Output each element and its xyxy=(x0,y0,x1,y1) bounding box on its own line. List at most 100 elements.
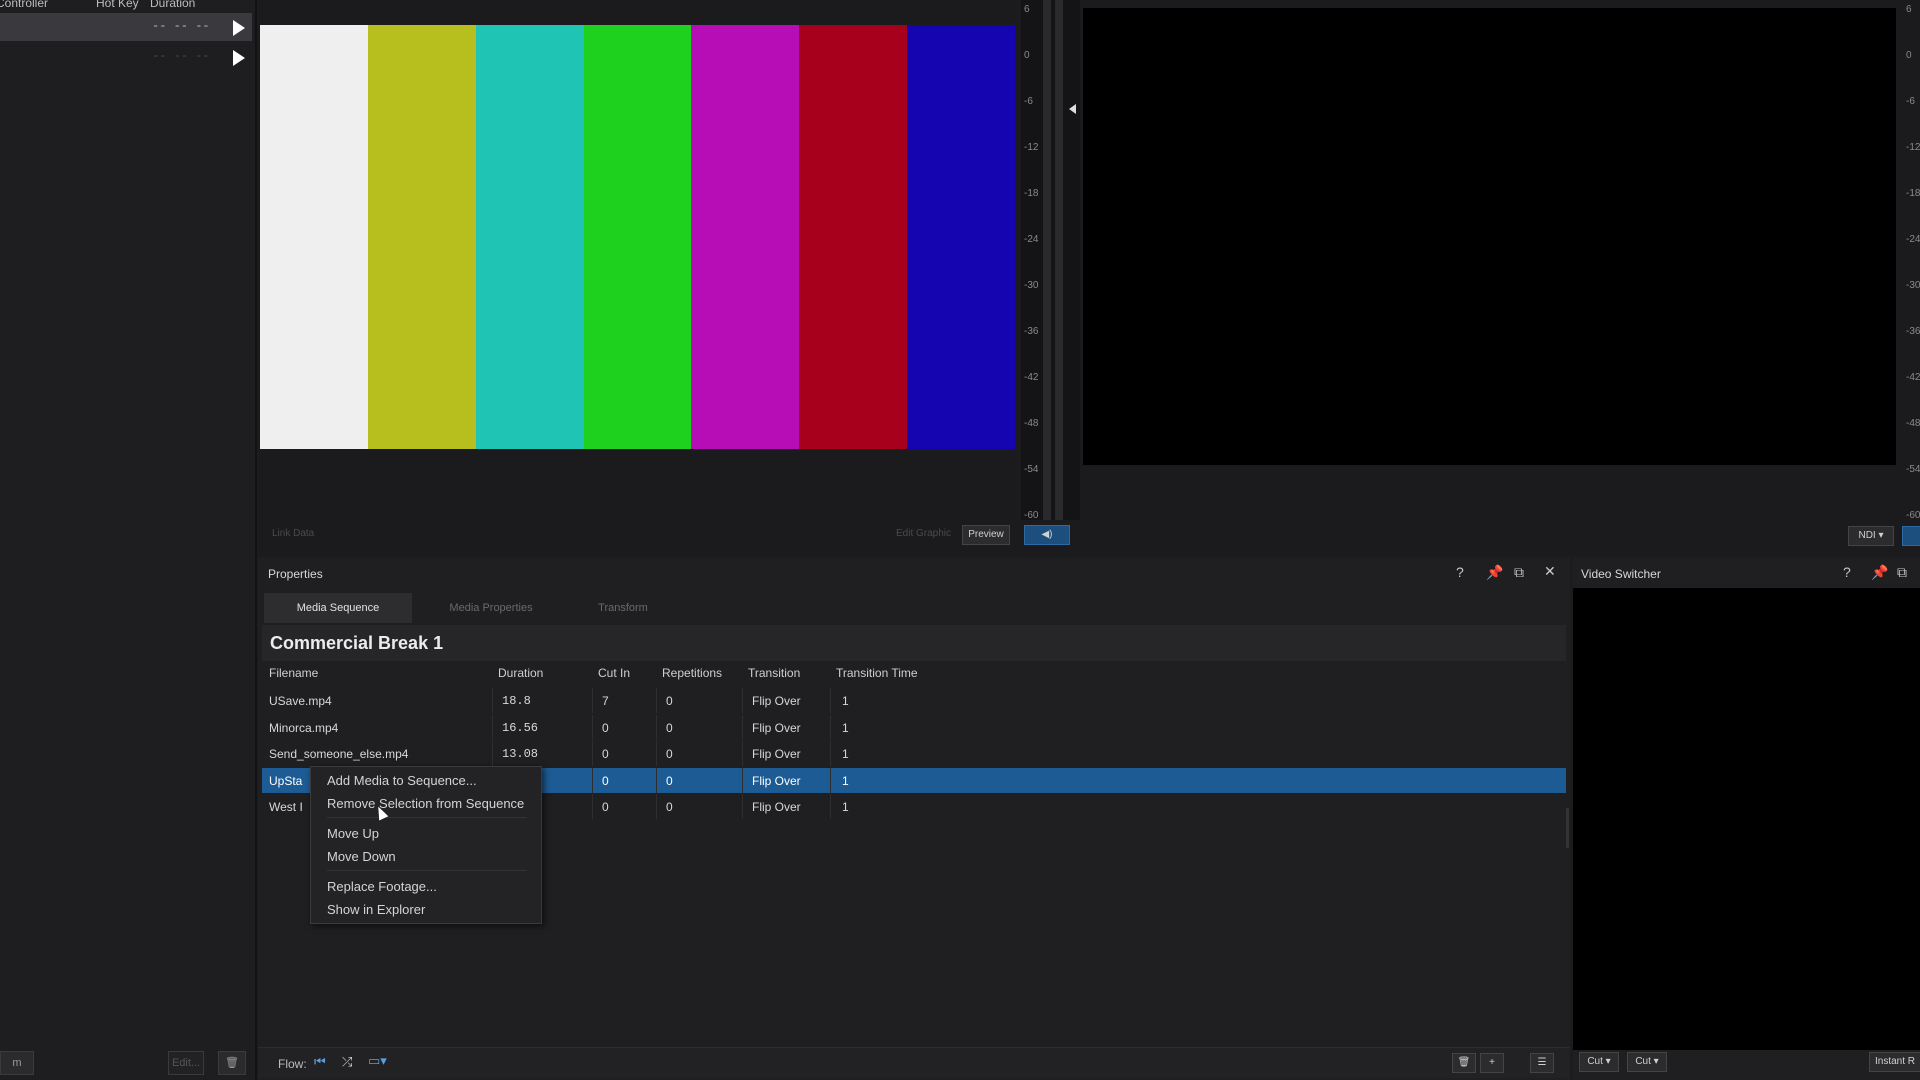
transition-select-1[interactable]: Cut ▾ xyxy=(1579,1052,1619,1072)
play-icon[interactable] xyxy=(233,50,245,66)
output-screen xyxy=(1083,8,1896,465)
help-icon[interactable]: ? xyxy=(1456,564,1464,580)
column-header[interactable]: Transition Time xyxy=(836,666,918,680)
column-header[interactable]: Duration xyxy=(498,666,543,680)
link-data-button[interactable]: Link Data xyxy=(272,528,314,539)
transition-select-2[interactable]: Cut ▾ xyxy=(1627,1052,1667,1072)
help-icon[interactable]: ? xyxy=(1843,564,1851,580)
left-footer-button[interactable]: m xyxy=(0,1051,34,1075)
color-bar xyxy=(367,25,476,449)
shuffle-icon[interactable]: ⤮ xyxy=(342,1054,352,1070)
cell-transition: Flip Over xyxy=(752,747,801,761)
table-header: Filename Duration Cut In Repetitions Tra… xyxy=(262,662,1566,684)
table-row[interactable]: USave.mp4 18.8 7 0 Flip Over 1 xyxy=(262,688,1566,713)
cell-divider xyxy=(830,714,831,740)
menu-item-add-media[interactable]: Add Media to Sequence... xyxy=(327,773,477,788)
edit-graphic-button[interactable]: Edit Graphic xyxy=(896,528,951,539)
float-window-icon[interactable]: ⧉ xyxy=(1514,564,1524,581)
cell-repetitions: 0 xyxy=(666,800,673,814)
meter-arrow-icon[interactable] xyxy=(1069,104,1076,114)
menu-divider xyxy=(327,870,527,871)
cell-divider xyxy=(830,741,831,766)
cell-duration: 13.08 xyxy=(502,747,539,761)
cell-divider xyxy=(492,714,493,740)
output-audio-button[interactable] xyxy=(1902,526,1920,546)
color-bar xyxy=(691,25,800,449)
chevron-down-icon: ▾ xyxy=(1605,1056,1611,1067)
ndi-label: NDI xyxy=(1858,530,1876,541)
cell-divider xyxy=(656,741,657,766)
edit-button[interactable]: Edit... xyxy=(168,1051,204,1075)
chevron-down-icon: ▾ xyxy=(1878,530,1884,541)
cell-cut-in: 0 xyxy=(602,800,609,814)
cell-divider xyxy=(742,794,743,819)
meter-tick-label: 6 xyxy=(1906,4,1912,15)
pin-icon[interactable]: 📌 xyxy=(1486,564,1503,581)
table-row[interactable]: Send_someone_else.mp4 13.08 0 0 Flip Over 1 xyxy=(262,741,1566,766)
cell-filename: West I xyxy=(269,800,303,814)
meter-tick-label: -36 xyxy=(1024,326,1039,337)
properties-title: Properties xyxy=(268,567,323,581)
cell-divider xyxy=(742,767,743,793)
tab-transform[interactable]: Transform xyxy=(568,593,678,623)
cell-divider xyxy=(592,767,593,793)
meter-tick-label: -24 xyxy=(1024,234,1039,245)
cell-repetitions: 0 xyxy=(666,694,673,708)
cell-filename: USave.mp4 xyxy=(269,694,332,708)
preview-button[interactable]: Preview xyxy=(962,525,1010,545)
meter-tick-label: -18 xyxy=(1906,188,1920,199)
ndi-button[interactable]: NDI ▾ xyxy=(1848,526,1894,546)
controller-row[interactable]: -- -- -- xyxy=(0,43,252,71)
delete-item-icon[interactable]: 🗑 xyxy=(1452,1053,1476,1073)
meter-tick-label: 0 xyxy=(1906,50,1912,61)
menu-item-remove-selection[interactable]: Remove Selection from Sequence xyxy=(327,796,524,811)
preview-monitor: 6 0 -6 -12 -18 -24 -30 -36 -42 -48 -54 -60 Link Dat… xyxy=(258,0,1081,555)
list-menu-icon[interactable]: ☰ xyxy=(1530,1053,1554,1073)
trash-icon[interactable]: 🗑 xyxy=(218,1051,246,1075)
meter-tick-label: -18 xyxy=(1024,188,1039,199)
sequence-title-bar xyxy=(262,625,1566,661)
float-window-icon[interactable]: ⧉ xyxy=(1897,564,1907,581)
skip-back-icon[interactable]: ⏮ xyxy=(314,1054,326,1070)
tab-media-properties[interactable]: Media Properties xyxy=(416,593,566,623)
play-icon[interactable] xyxy=(233,20,245,36)
add-item-icon[interactable]: + xyxy=(1480,1053,1504,1073)
menu-item-show-in-explorer[interactable]: Show in Explorer xyxy=(327,902,425,917)
row-duration: -- -- -- xyxy=(152,19,210,33)
cell-time: 1 xyxy=(842,800,849,814)
cell-divider xyxy=(656,714,657,740)
pin-icon[interactable]: 📌 xyxy=(1871,564,1888,581)
meter-tick-label: 0 xyxy=(1024,50,1030,61)
table-row[interactable]: Minorca.mp4 16.56 0 0 Flip Over 1 xyxy=(262,714,1566,740)
audio-toggle-button[interactable]: ◀) xyxy=(1024,525,1070,545)
cell-divider xyxy=(492,688,493,713)
hotkey-header: Hot Key xyxy=(96,0,139,10)
meter-tick-label: 6 xyxy=(1024,4,1030,15)
controller-row[interactable]: -- -- -- xyxy=(0,13,252,41)
color-bar xyxy=(260,25,368,449)
cell-time: 1 xyxy=(842,747,849,761)
meter-tick-label: -30 xyxy=(1906,280,1920,291)
splitter-handle[interactable] xyxy=(1566,808,1569,848)
menu-item-replace-footage[interactable]: Replace Footage... xyxy=(327,879,437,894)
tab-media-sequence[interactable]: Media Sequence xyxy=(264,593,412,623)
meter-tick-label: -24 xyxy=(1906,234,1920,245)
menu-item-move-up[interactable]: Move Up xyxy=(327,826,379,841)
column-header[interactable]: Repetitions xyxy=(662,666,722,680)
cell-divider xyxy=(830,688,831,713)
close-icon[interactable]: ✕ xyxy=(1544,563,1556,580)
cell-divider xyxy=(830,767,831,793)
column-header[interactable]: Transition xyxy=(748,666,800,680)
color-bar xyxy=(907,25,1016,449)
menu-item-move-down[interactable]: Move Down xyxy=(327,849,396,864)
column-header[interactable]: Cut In xyxy=(598,666,630,680)
instant-replay-button[interactable]: Instant R xyxy=(1869,1052,1920,1072)
cell-transition: Flip Over xyxy=(752,773,801,788)
context-menu: Add Media to Sequence... Remove Selectio… xyxy=(310,766,542,924)
cell-duration: 16.56 xyxy=(502,720,539,735)
sequence-title: Commercial Break 1 xyxy=(270,633,444,653)
loop-icon[interactable]: ▭▾ xyxy=(368,1053,387,1069)
column-header[interactable]: Filename xyxy=(269,666,318,680)
cell-divider xyxy=(592,794,593,819)
transition-value: Cut xyxy=(1635,1056,1651,1067)
